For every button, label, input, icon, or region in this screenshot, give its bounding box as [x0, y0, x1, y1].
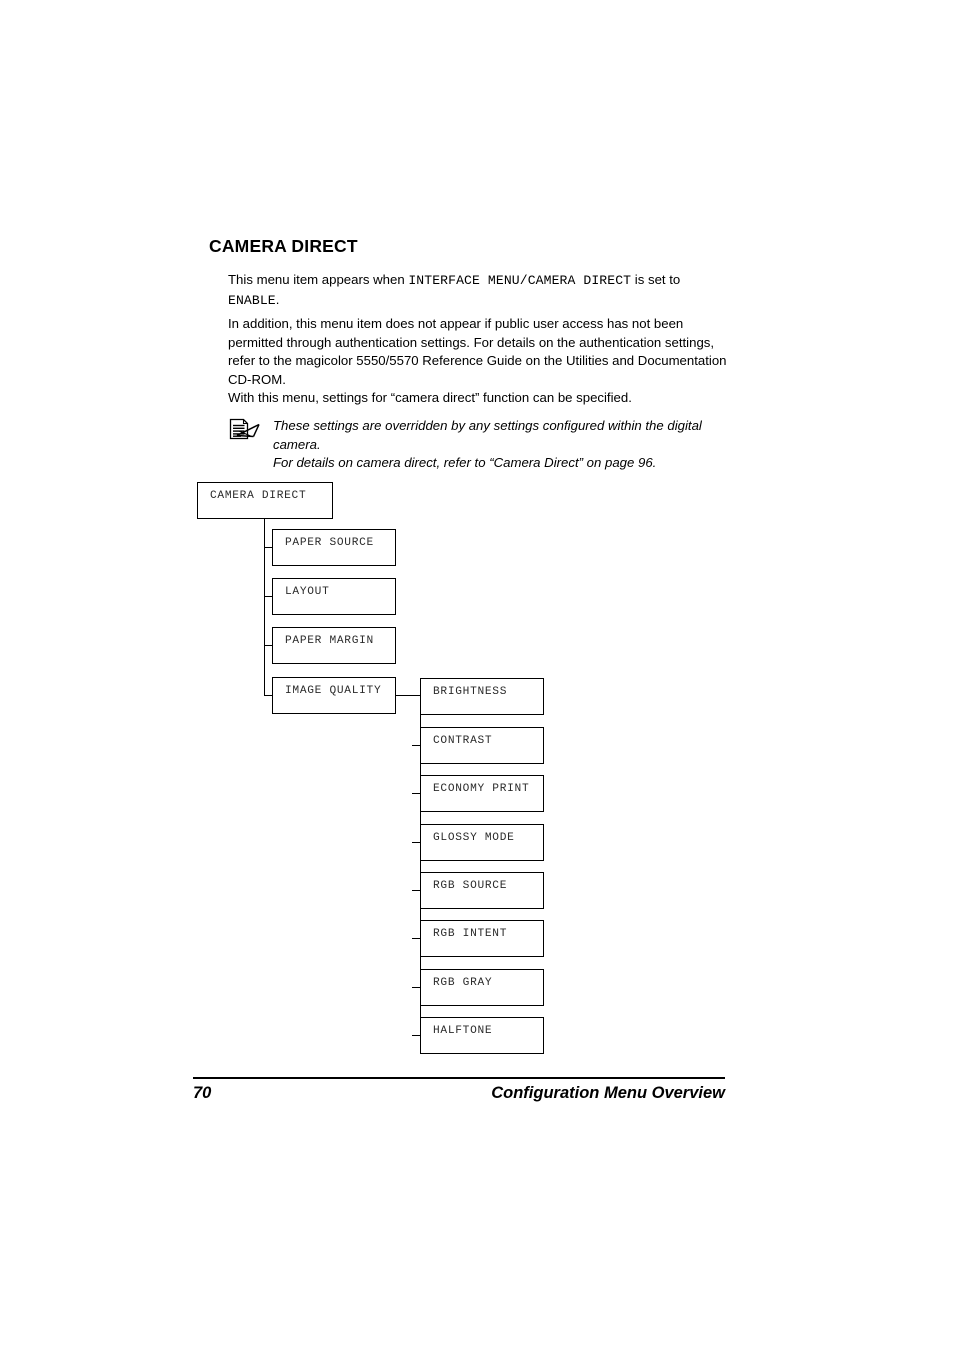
tree-node-rgb-gray: RGB GRAY — [420, 969, 544, 1006]
tree-connector-halftone — [412, 1035, 421, 1037]
tree-connector-rgb-source — [412, 890, 421, 892]
tree-node-label: ECONOMY PRINT — [433, 783, 530, 795]
tree-node-label: PAPER SOURCE — [285, 537, 374, 549]
tree-connector-rgb-gray — [412, 987, 421, 989]
tree-node-rgb-source: RGB SOURCE — [420, 872, 544, 909]
footer-divider — [193, 1077, 725, 1079]
tree-node-label: IMAGE QUALITY — [285, 685, 382, 697]
tree-connector-rgb-intent — [412, 938, 421, 940]
tree-connector-contrast — [412, 745, 421, 747]
tree-node-paper-margin: PAPER MARGIN — [272, 627, 396, 664]
tree-connector-economy-print — [412, 793, 421, 795]
tree-connector-glossy-mode — [412, 842, 421, 844]
tree-node-label: RGB GRAY — [433, 977, 493, 989]
tree-node-image-quality: IMAGE QUALITY — [272, 677, 396, 714]
tree-connector-paper-source — [264, 547, 273, 549]
menu-tree-diagram: CAMERA DIRECT PAPER SOURCE LAYOUT PAPER … — [0, 0, 954, 1350]
tree-node-economy-print: ECONOMY PRINT — [420, 775, 544, 812]
tree-node-label: CONTRAST — [433, 735, 493, 747]
tree-node-rgb-intent: RGB INTENT — [420, 920, 544, 957]
tree-connector-layout — [264, 596, 273, 598]
footer-section-title: Configuration Menu Overview — [491, 1084, 725, 1102]
tree-node-label: BRIGHTNESS — [433, 686, 508, 698]
tree-node-glossy-mode: GLOSSY MODE — [420, 824, 544, 861]
tree-node-contrast: CONTRAST — [420, 727, 544, 764]
tree-node-layout: LAYOUT — [272, 578, 396, 615]
document-page: CAMERA DIRECT This menu item appears whe… — [0, 0, 954, 1350]
tree-connector-image-quality-right — [396, 695, 421, 697]
tree-connector-paper-margin — [264, 645, 273, 647]
tree-node-paper-source: PAPER SOURCE — [272, 529, 396, 566]
tree-node-halftone: HALFTONE — [420, 1017, 544, 1054]
tree-node-label: LAYOUT — [285, 586, 330, 598]
tree-node-label: PAPER MARGIN — [285, 635, 374, 647]
tree-node-label: HALFTONE — [433, 1025, 493, 1037]
tree-node-label: CAMERA DIRECT — [210, 490, 307, 502]
tree-node-camera-direct: CAMERA DIRECT — [197, 482, 333, 519]
tree-node-label: RGB INTENT — [433, 928, 508, 940]
tree-connector-image-quality — [264, 695, 273, 697]
tree-connector-trunk-level1 — [264, 518, 266, 696]
tree-node-label: RGB SOURCE — [433, 880, 508, 892]
tree-node-brightness: BRIGHTNESS — [420, 678, 544, 715]
tree-node-label: GLOSSY MODE — [433, 832, 515, 844]
